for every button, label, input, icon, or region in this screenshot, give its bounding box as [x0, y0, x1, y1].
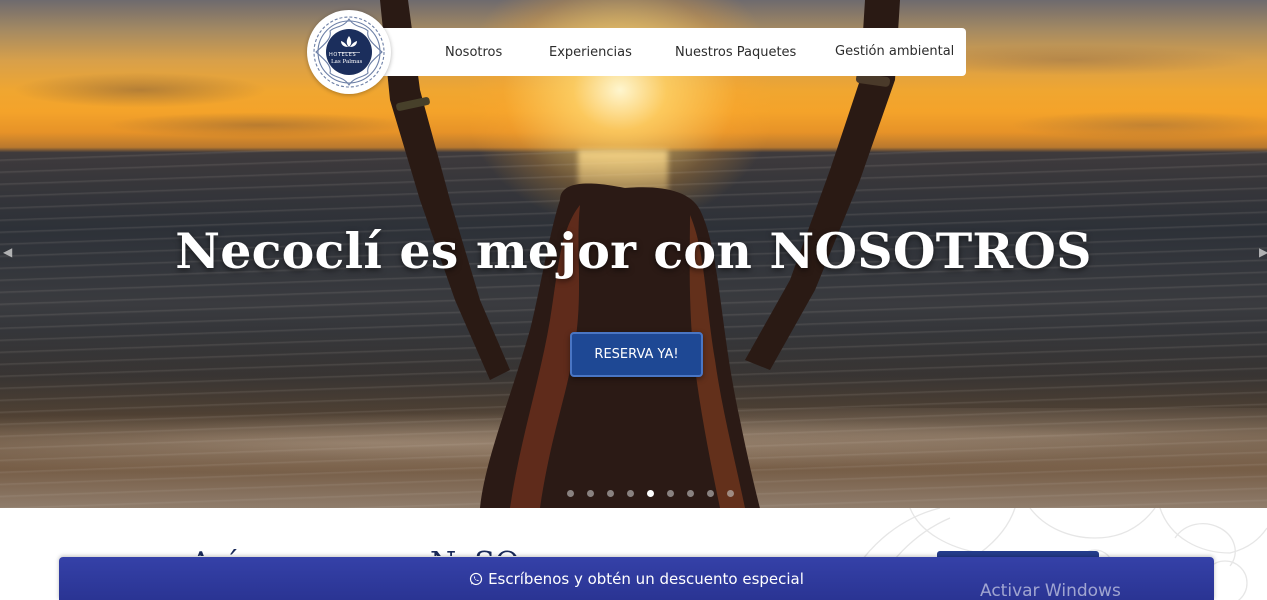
- hero-title: Necoclí es mejor con NOSOTROS: [175, 222, 1092, 280]
- slide-indicator-2[interactable]: [587, 490, 594, 497]
- nav-item-nuestros-paquetes[interactable]: Nuestros Paquetes: [675, 45, 796, 60]
- logo-text-hoteles: HOTELES: [329, 52, 357, 58]
- reserva-ya-button[interactable]: RESERVA YA!: [570, 332, 703, 377]
- section-heading-fragment-left: Así: [190, 546, 237, 556]
- slide-indicator-5-active[interactable]: [647, 490, 654, 497]
- slide-indicator-3[interactable]: [607, 490, 614, 497]
- slider-indicators: [567, 490, 734, 498]
- main-navigation: Nosotros Experiencias Nuestros Paquetes …: [377, 28, 966, 76]
- slide-indicator-1[interactable]: [567, 490, 574, 497]
- brand-logo[interactable]: HOTELES Las Palmas: [307, 10, 391, 94]
- slide-indicator-6[interactable]: [667, 490, 674, 497]
- hero-slider: HOTELES Las Palmas Nosotros Experiencias…: [0, 0, 1267, 508]
- slide-indicator-4[interactable]: [627, 490, 634, 497]
- nav-item-gestion-ambiental[interactable]: Gestión ambiental: [835, 44, 954, 59]
- nav-item-experiencias[interactable]: Experiencias: [549, 45, 632, 60]
- chevron-right-icon[interactable]: ▶: [1259, 246, 1267, 258]
- section-heading-fragment-mid: NoSO: [430, 546, 519, 556]
- slide-indicator-8[interactable]: [707, 490, 714, 497]
- nav-item-nosotros[interactable]: Nosotros: [445, 45, 502, 60]
- os-activation-watermark: Activar Windows: [980, 581, 1121, 600]
- slide-indicator-7[interactable]: [687, 490, 694, 497]
- whatsapp-icon: [469, 572, 483, 585]
- logo-text-las-palmas: Las Palmas: [331, 59, 363, 65]
- slide-indicator-9[interactable]: [727, 490, 734, 497]
- chevron-left-icon[interactable]: ◀: [3, 246, 13, 258]
- whatsapp-bar-label: Escríbenos y obtén un descuento especial: [488, 569, 804, 588]
